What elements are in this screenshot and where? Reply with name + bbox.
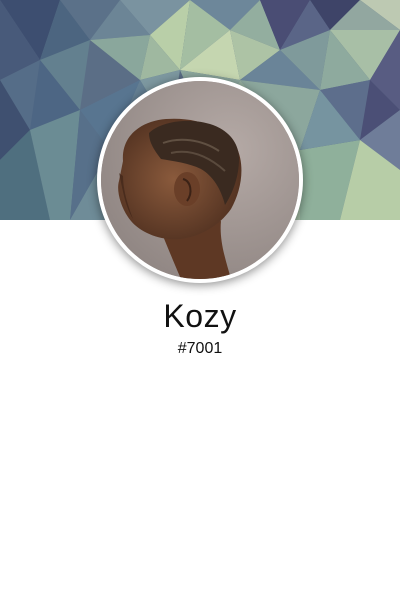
avatar[interactable] xyxy=(97,77,303,283)
user-photo-avatar-icon xyxy=(101,81,299,279)
profile-name: Kozy xyxy=(163,298,237,334)
avatar-image xyxy=(101,81,299,279)
profile-tag: #7001 xyxy=(177,340,223,357)
